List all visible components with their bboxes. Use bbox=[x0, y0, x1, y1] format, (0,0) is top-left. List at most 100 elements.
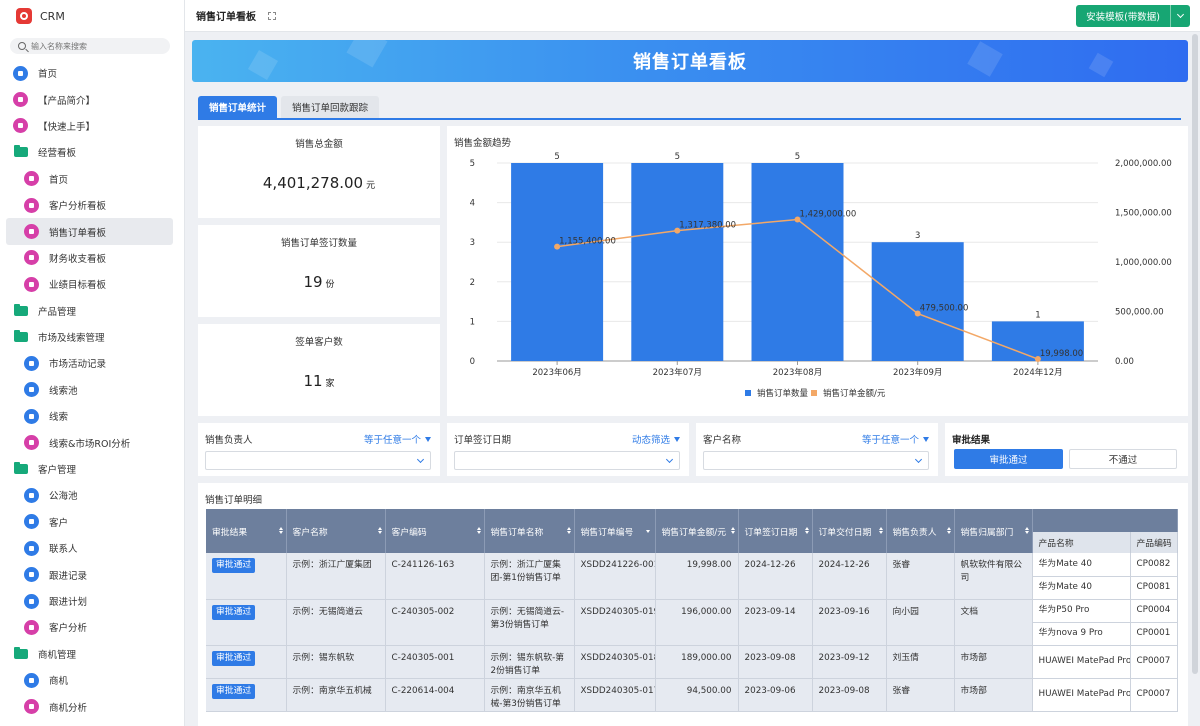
approval-option-pass[interactable]: 审批通过 bbox=[954, 449, 1063, 469]
install-template-button[interactable]: 安装模板(带数据) bbox=[1076, 5, 1190, 27]
column-header-label: 销售订单名称 bbox=[490, 527, 544, 538]
sidebar-item[interactable]: 【快速上手】 bbox=[0, 113, 184, 139]
table-row[interactable]: 审批通过 示例：南京华五机械 C-220614-004 示例：南京华五机械-第3份销售… bbox=[206, 678, 1178, 712]
cell-sign-date: 2023-09-14 bbox=[738, 599, 813, 646]
table-row[interactable]: 审批通过 示例：无锡简道云 C-240305-002 示例：无锡简道云-第3份销售订单… bbox=[206, 599, 1178, 646]
column-header-label: 销售负责人 bbox=[892, 527, 937, 538]
search-input[interactable] bbox=[31, 41, 161, 51]
sort-icon[interactable] bbox=[645, 530, 650, 533]
sidebar-item[interactable]: 商机 bbox=[0, 667, 184, 693]
sidebar-item[interactable]: 线索 bbox=[0, 403, 184, 429]
bar-value-label: 5 bbox=[795, 152, 800, 162]
column-header[interactable]: 客户编码 bbox=[385, 509, 485, 553]
column-header[interactable]: 销售订单编号 bbox=[574, 509, 656, 553]
sidebar-item-label: 客户分析 bbox=[49, 623, 88, 635]
table-row[interactable]: 审批通过 示例：锡东帆软 C-240305-001 示例：锡东帆软-第2份销售订单 XS… bbox=[206, 645, 1178, 679]
sidebar-item[interactable]: 客户分析 bbox=[0, 614, 184, 640]
filter-mode-label: 等于任意一个 bbox=[861, 435, 919, 446]
chevron-down-icon bbox=[914, 455, 923, 464]
sidebar-item[interactable]: 市场活动记录 bbox=[0, 350, 184, 376]
cell-status: 审批通过 bbox=[206, 553, 287, 600]
sidebar-item[interactable]: 经营看板 bbox=[0, 139, 184, 165]
cell-sign-date: 2024-12-26 bbox=[738, 553, 813, 600]
sub-column-header[interactable]: 产品编码 bbox=[1130, 532, 1178, 553]
sidebar-item[interactable]: 客户分析看板 bbox=[0, 192, 184, 218]
sidebar-item[interactable]: 商机分析 bbox=[0, 693, 184, 719]
brand[interactable]: CRM bbox=[0, 0, 184, 32]
legend-label: 销售订单金额/元 bbox=[823, 388, 886, 399]
table-row[interactable]: 审批通过 示例：浙江广厦集团 C-241126-163 示例：浙江广厦集团-第1份销售… bbox=[206, 553, 1178, 600]
cell-product-name: HUAWEI MatePad Pro bbox=[1032, 678, 1131, 712]
sidebar-item[interactable]: 客户 bbox=[0, 509, 184, 535]
sidebar-item-label: 客户管理 bbox=[38, 465, 77, 477]
y-left-tick-label: 3 bbox=[470, 238, 475, 248]
status-badge: 审批通过 bbox=[212, 604, 256, 620]
column-header-label: 销售订单金额/元 bbox=[661, 527, 727, 538]
sidebar-item-label: 首页 bbox=[38, 69, 58, 81]
sidebar-item[interactable]: 公海池 bbox=[0, 482, 184, 508]
column-header[interactable]: 销售订单名称 bbox=[484, 509, 575, 553]
sidebar-item[interactable]: 线索&市场ROI分析 bbox=[0, 429, 184, 455]
sidebar-item[interactable]: 客户管理 bbox=[0, 456, 184, 482]
column-header[interactable]: 订单签订日期 bbox=[738, 509, 813, 553]
page-scrollbar[interactable] bbox=[1192, 34, 1198, 674]
sidebar-item-label: 线索&市场ROI分析 bbox=[49, 438, 131, 450]
column-header[interactable]: 销售订单金额/元 bbox=[655, 509, 739, 553]
cell-product-code: CP0007 bbox=[1130, 645, 1178, 679]
sidebar-item-label: 市场活动记录 bbox=[49, 359, 107, 371]
approval-option-reject[interactable]: 不通过 bbox=[1069, 449, 1177, 469]
sidebar-item[interactable]: 首页 bbox=[0, 60, 184, 86]
sidebar-item[interactable]: 线索池 bbox=[0, 377, 184, 403]
cell-product-code: CP0004 bbox=[1130, 599, 1178, 623]
sidebar-item[interactable]: 销售订单看板 bbox=[6, 218, 173, 245]
sidebar-item[interactable]: 跟进计划 bbox=[0, 588, 184, 614]
sub-column-header[interactable]: 产品名称 bbox=[1032, 532, 1131, 553]
fullscreen-icon[interactable] bbox=[268, 11, 276, 20]
filter-mode-dropdown[interactable]: 等于任意一个 bbox=[364, 432, 431, 446]
stat-value: 4,401,278.00 元 bbox=[198, 174, 440, 192]
dashboard-icon bbox=[24, 197, 39, 213]
column-header-label: 客户名称 bbox=[292, 527, 328, 538]
customer-select[interactable] bbox=[703, 451, 929, 470]
column-header[interactable]: 销售负责人 bbox=[886, 509, 955, 553]
sidebar-item[interactable]: 商机管理 bbox=[0, 641, 184, 667]
sidebar-item[interactable]: 业绩目标看板 bbox=[0, 271, 184, 297]
contact-icon bbox=[24, 540, 39, 556]
install-dropdown-button[interactable] bbox=[1170, 5, 1190, 27]
sidebar-item[interactable]: 联系人 bbox=[0, 535, 184, 561]
sidebar-item[interactable]: 财务收支看板 bbox=[0, 245, 184, 271]
sidebar-item[interactable]: 产品管理 bbox=[0, 298, 184, 324]
sidebar-item-label: 商机 bbox=[49, 676, 69, 688]
sidebar-item-label: 财务收支看板 bbox=[49, 253, 107, 265]
users-icon bbox=[24, 487, 39, 503]
sidebar-search[interactable] bbox=[10, 38, 170, 54]
sidebar-item[interactable]: 【产品简介】 bbox=[0, 86, 184, 112]
y-right-tick-label: 0.00 bbox=[1115, 357, 1134, 367]
link-icon bbox=[24, 408, 39, 424]
sidebar-item[interactable]: 市场及线索管理 bbox=[0, 324, 184, 350]
cell-status: 审批通过 bbox=[206, 645, 287, 679]
x-tick-label: 2023年06月 bbox=[532, 367, 581, 378]
filter-mode-dropdown[interactable]: 动态筛选 bbox=[632, 432, 680, 446]
sidebar-item[interactable]: 跟进记录 bbox=[0, 561, 184, 587]
cell-code: C-240305-001 bbox=[385, 645, 485, 679]
column-header[interactable]: 订单交付日期 bbox=[812, 509, 887, 553]
install-template-label[interactable]: 安装模板(带数据) bbox=[1076, 5, 1170, 27]
filter-mode-dropdown[interactable]: 等于任意一个 bbox=[862, 432, 929, 446]
cell-product-name: 华为Mate 40 bbox=[1032, 576, 1131, 600]
sidebar-item[interactable]: 首页 bbox=[0, 166, 184, 192]
tab-order-stats[interactable]: 销售订单统计 bbox=[198, 96, 278, 118]
tab-payment-tracking[interactable]: 销售订单回款跟踪 bbox=[281, 96, 380, 118]
stat-unit: 家 bbox=[325, 379, 335, 389]
sidebar-item-label: 跟进计划 bbox=[49, 597, 88, 608]
bar bbox=[631, 163, 724, 361]
caret-down-icon bbox=[425, 436, 431, 442]
cell-deliver-date: 2023-09-16 bbox=[812, 599, 887, 646]
column-header[interactable]: 客户名称 bbox=[286, 509, 386, 553]
sign-date-select[interactable] bbox=[454, 451, 680, 470]
column-header[interactable]: 审批结果 bbox=[206, 509, 287, 553]
column-header[interactable]: 销售归属部门 bbox=[954, 509, 1033, 553]
sidebar-item-label: 商机分析 bbox=[49, 702, 88, 714]
owner-select[interactable] bbox=[205, 451, 431, 470]
legend-swatch-line bbox=[811, 390, 817, 396]
